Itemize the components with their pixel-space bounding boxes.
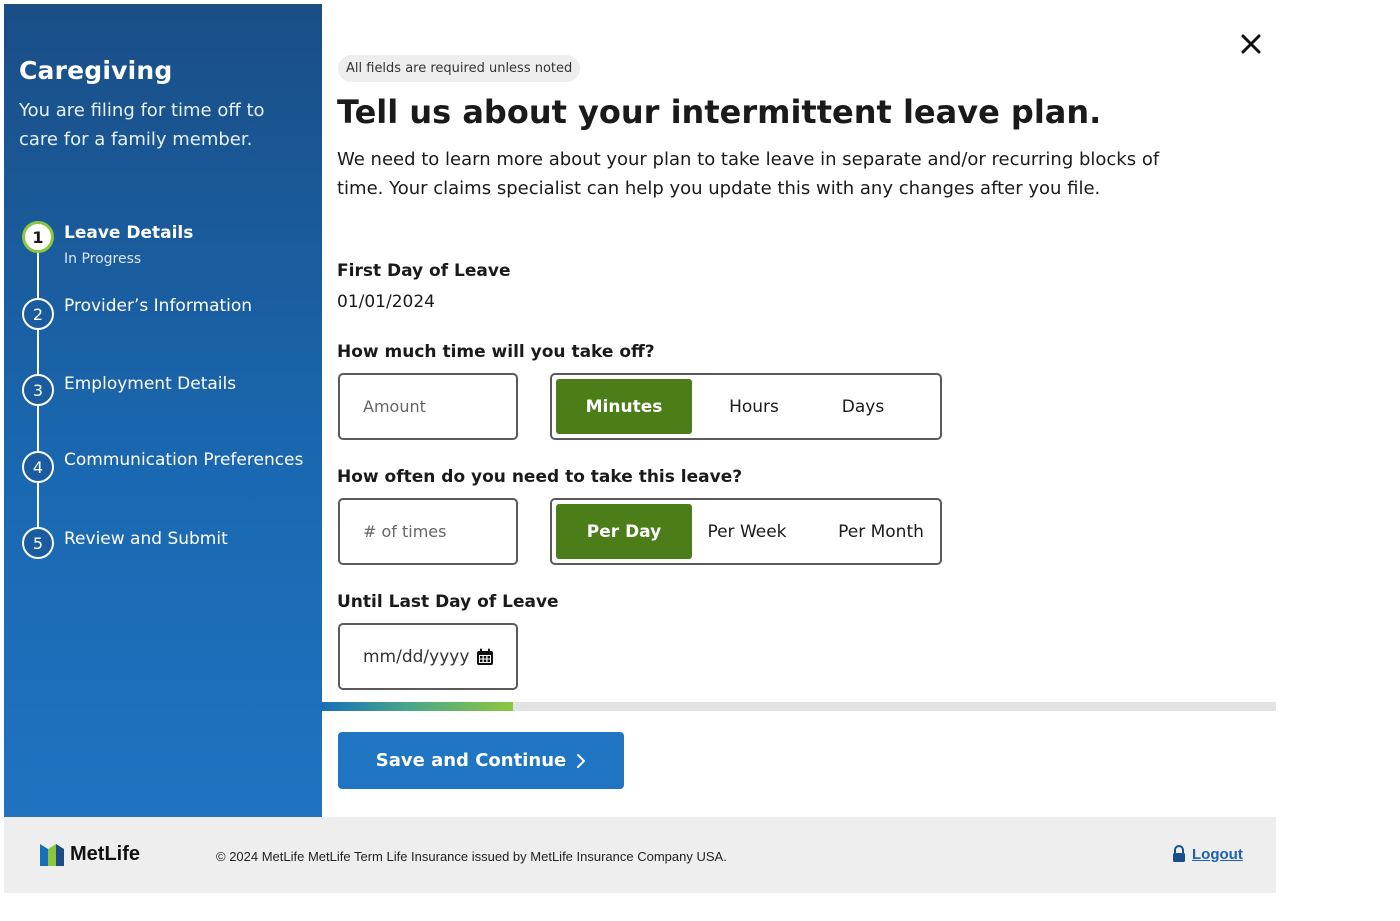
copyright-text: © 2024 MetLife MetLife Term Life Insuran… <box>216 849 727 864</box>
form-progress-bar <box>322 702 1276 711</box>
required-fields-note: All fields are required unless noted <box>338 55 581 82</box>
step-1-status: In Progress <box>64 251 142 267</box>
times-input[interactable] <box>338 498 518 565</box>
step-2-label: Provider’s Information <box>64 296 253 316</box>
step-3-indicator: 3 <box>22 374 54 406</box>
lock-icon <box>1173 845 1185 862</box>
logout-label: Logout <box>1192 845 1243 863</box>
step-4-label: Communication Preferences <box>64 450 304 470</box>
form-progress-fill <box>322 702 513 711</box>
step-1-indicator: 1 <box>22 221 54 253</box>
sidebar: Caregiving You are filing for time off t… <box>4 4 322 817</box>
save-button-label: Save and Continue <box>375 750 567 771</box>
step-4-indicator: 4 <box>22 451 54 483</box>
step-5-indicator: 5 <box>22 527 54 559</box>
step-3-label: Employment Details <box>64 374 237 394</box>
per-day-option[interactable]: Per Day <box>556 504 692 559</box>
amount-input[interactable] <box>338 373 518 440</box>
first-day-label: First Day of Leave <box>337 261 511 281</box>
unit-hours-option[interactable]: Hours <box>692 379 816 434</box>
step-2-indicator: 2 <box>22 298 54 330</box>
time-off-label: How much time will you take off? <box>337 342 655 362</box>
frequency-selector: Per Day Per Week Per Month <box>550 498 942 565</box>
per-week-option[interactable]: Per Week <box>692 504 802 559</box>
sidebar-title: Caregiving <box>19 56 173 85</box>
logout-link[interactable]: Logout <box>1172 845 1243 863</box>
intro-text: We need to learn more about your plan to… <box>337 149 1160 199</box>
calendar-icon[interactable] <box>475 647 495 667</box>
metlife-logo: MetLife <box>40 843 140 866</box>
last-day-date-input[interactable]: mm/dd/yyyy <box>338 623 518 690</box>
date-placeholder: mm/dd/yyyy <box>363 647 470 667</box>
per-month-option[interactable]: Per Month <box>816 504 946 559</box>
close-icon <box>1241 34 1261 54</box>
brand-name: MetLife <box>70 843 140 865</box>
footer: MetLife © 2024 MetLife MetLife Term Life… <box>4 817 1276 893</box>
unit-minutes-option[interactable]: Minutes <box>556 379 692 434</box>
save-and-continue-button[interactable]: Save and Continue <box>338 732 624 789</box>
first-day-value: 01/01/2024 <box>337 292 435 312</box>
metlife-logo-icon <box>40 843 64 866</box>
step-1-label: Leave Details <box>64 223 194 243</box>
frequency-label: How often do you need to take this leave… <box>337 467 743 487</box>
last-day-label: Until Last Day of Leave <box>337 592 559 612</box>
page-title: Tell us about your intermittent leave pl… <box>337 93 1102 131</box>
time-unit-selector: Minutes Hours Days <box>550 373 942 440</box>
unit-days-option[interactable]: Days <box>816 379 910 434</box>
sidebar-subtitle: You are filing for time off to care for … <box>19 100 265 150</box>
chevron-right-icon <box>577 753 586 768</box>
step-5-label: Review and Submit <box>64 529 228 549</box>
close-button[interactable] <box>1237 30 1265 58</box>
